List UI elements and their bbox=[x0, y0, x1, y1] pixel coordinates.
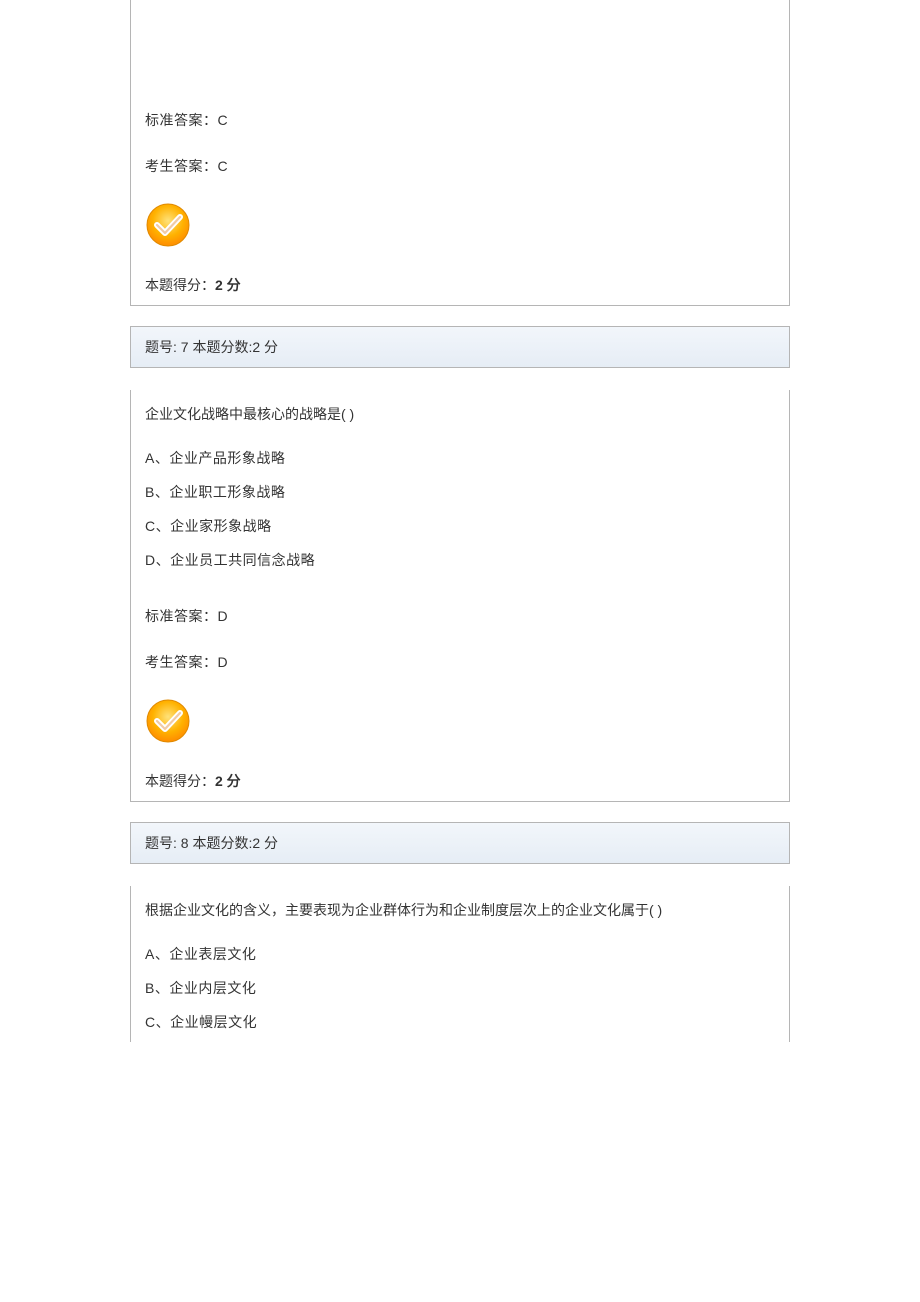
q7-option-d: D、企业员工共同信念战略 bbox=[145, 550, 775, 570]
earned-score-value: 2 分 bbox=[215, 773, 241, 789]
earned-score-label: 本题得分： bbox=[145, 773, 215, 789]
earned-score: 本题得分：2 分 bbox=[145, 771, 775, 791]
user-answer-value: D bbox=[218, 654, 229, 670]
q7-option-a: A、企业产品形象战略 bbox=[145, 448, 775, 468]
user-answer: 考生答案：D bbox=[145, 652, 775, 672]
user-answer: 考生答案：C bbox=[145, 156, 775, 176]
q8-body: 根据企业文化的含义，主要表现为企业群体行为和企业制度层次上的企业文化属于( ) … bbox=[130, 886, 790, 1042]
user-answer-label: 考生答案： bbox=[145, 654, 218, 670]
earned-score: 本题得分：2 分 bbox=[145, 275, 775, 295]
q8-header-text: 题号: 8 本题分数:2 分 bbox=[145, 835, 278, 851]
q7-header-text: 题号: 7 本题分数:2 分 bbox=[145, 339, 278, 355]
user-answer-value: C bbox=[218, 158, 229, 174]
standard-answer: 标准答案：C bbox=[145, 110, 775, 130]
standard-answer-label: 标准答案： bbox=[145, 112, 218, 128]
correct-icon-row bbox=[145, 202, 775, 251]
correct-icon-row bbox=[145, 698, 775, 747]
q8-option-a: A、企业表层文化 bbox=[145, 944, 775, 964]
standard-answer: 标准答案：D bbox=[145, 606, 775, 626]
user-answer-label: 考生答案： bbox=[145, 158, 218, 174]
q8-option-b: B、企业内层文化 bbox=[145, 978, 775, 998]
standard-answer-label: 标准答案： bbox=[145, 608, 218, 624]
correct-check-icon bbox=[145, 698, 191, 747]
q7-option-b: B、企业职工形象战略 bbox=[145, 482, 775, 502]
q8-option-c: C、企业幔层文化 bbox=[145, 1012, 775, 1032]
q7-header: 题号: 7 本题分数:2 分 bbox=[130, 326, 790, 368]
q8-header: 题号: 8 本题分数:2 分 bbox=[130, 822, 790, 864]
q7-body: 企业文化战略中最核心的战略是( ) A、企业产品形象战略 B、企业职工形象战略 … bbox=[130, 390, 790, 802]
earned-score-value: 2 分 bbox=[215, 277, 241, 293]
q6-answer-block: 标准答案：C 考生答案：C bbox=[130, 0, 790, 306]
correct-check-icon bbox=[145, 202, 191, 251]
q7-question-text: 企业文化战略中最核心的战略是( ) bbox=[145, 404, 775, 424]
earned-score-label: 本题得分： bbox=[145, 277, 215, 293]
q7-option-c: C、企业家形象战略 bbox=[145, 516, 775, 536]
standard-answer-value: C bbox=[218, 112, 229, 128]
standard-answer-value: D bbox=[218, 608, 229, 624]
q8-question-text: 根据企业文化的含义，主要表现为企业群体行为和企业制度层次上的企业文化属于( ) bbox=[145, 900, 775, 920]
page-container: 标准答案：C 考生答案：C bbox=[0, 0, 920, 1082]
